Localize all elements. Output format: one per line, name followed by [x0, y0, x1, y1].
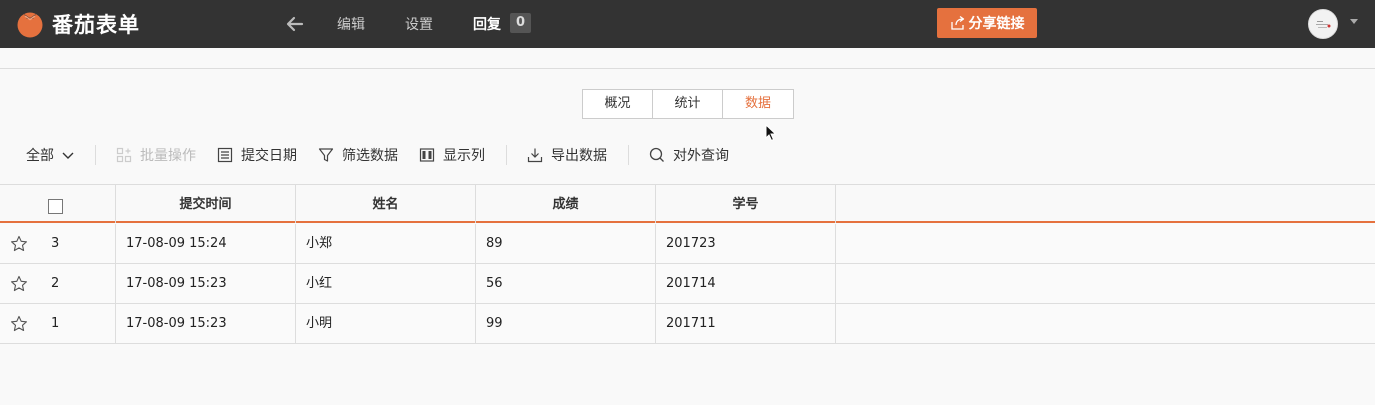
nav-edit-link[interactable]: 编辑: [337, 14, 365, 34]
columns-icon: [419, 148, 435, 162]
filter-funnel-icon: [318, 148, 334, 162]
public-query-button[interactable]: 对外查询: [649, 145, 729, 165]
column-header-submit-time[interactable]: 提交时间: [115, 185, 295, 223]
search-icon: [649, 147, 664, 162]
cell-name: 小红: [295, 264, 475, 303]
cell-score: 89: [475, 224, 655, 263]
batch-operation-label: 批量操作: [140, 148, 196, 164]
cell-name: 小郑: [295, 224, 475, 263]
filter-data-button[interactable]: 筛选数据: [318, 145, 398, 165]
chevron-down-icon: [62, 152, 74, 159]
table-header: 提交时间 姓名 成绩 学号: [0, 184, 1375, 223]
share-link-label: 分享链接: [968, 16, 1025, 32]
cell-score: 99: [475, 304, 655, 343]
cell-student-id: 201723: [655, 224, 835, 263]
batch-operation-button[interactable]: 批量操作: [116, 145, 196, 165]
show-columns-label: 显示列: [443, 148, 485, 164]
reply-count-badge: 0: [510, 13, 531, 33]
tab-data[interactable]: 数据: [723, 90, 793, 118]
cell-student-id: 201714: [655, 264, 835, 303]
table-row[interactable]: 1 17-08-09 15:23 小明 99 201711: [0, 304, 1375, 344]
header-divider: [0, 68, 1375, 69]
tomato-logo-icon: [17, 12, 43, 38]
cell-empty: [835, 304, 1375, 343]
app-logo[interactable]: 番茄表单: [16, 8, 140, 40]
nav-replies-link[interactable]: 回复: [473, 14, 501, 34]
cell-empty: [835, 264, 1375, 303]
cell-empty: [835, 224, 1375, 263]
table-row[interactable]: 3 17-08-09 15:24 小郑 89 201723: [0, 224, 1375, 264]
download-icon: [527, 148, 543, 163]
column-header-score[interactable]: 成绩: [475, 185, 655, 223]
cell-name: 小明: [295, 304, 475, 343]
star-icon[interactable]: [10, 235, 28, 253]
filter-data-label: 筛选数据: [342, 148, 398, 164]
user-avatar[interactable]: [1308, 9, 1338, 39]
column-header-student-id[interactable]: 学号: [655, 185, 835, 223]
public-query-label: 对外查询: [673, 148, 729, 164]
app-name: 番茄表单: [52, 13, 140, 37]
cell-score: 56: [475, 264, 655, 303]
select-all-checkbox[interactable]: [48, 199, 63, 214]
cell-submit-time: 17-08-09 15:23: [115, 264, 295, 303]
nav-settings-link[interactable]: 设置: [405, 14, 433, 34]
export-data-label: 导出数据: [551, 148, 607, 164]
tab-overview[interactable]: 概况: [583, 90, 653, 118]
view-tabs: 概况 统计 数据: [582, 89, 794, 119]
top-bar: 番茄表单 编辑 设置 回复 0 分享链接: [0, 0, 1375, 48]
cell-submit-time: 17-08-09 15:23: [115, 304, 295, 343]
avatar-image-icon: [1316, 21, 1331, 28]
row-number: 1: [51, 316, 60, 331]
submit-date-button[interactable]: 提交日期: [217, 145, 297, 165]
submit-date-label: 提交日期: [241, 148, 297, 164]
column-header-empty: [835, 185, 1375, 223]
toolbar-separator: [506, 145, 507, 165]
data-toolbar: 全部 批量操作 提交日期 筛选数据 显示列 导出数据 对外查询: [0, 140, 1375, 170]
filter-all-label: 全部: [26, 148, 54, 164]
show-columns-button[interactable]: 显示列: [419, 145, 485, 165]
export-data-button[interactable]: 导出数据: [527, 145, 607, 165]
star-icon[interactable]: [10, 315, 28, 333]
share-link-button[interactable]: 分享链接: [937, 8, 1037, 38]
column-header-name[interactable]: 姓名: [295, 185, 475, 223]
toolbar-separator: [628, 145, 629, 165]
row-number: 2: [51, 276, 60, 291]
table-row[interactable]: 2 17-08-09 15:23 小红 56 201714: [0, 264, 1375, 304]
star-icon[interactable]: [10, 275, 28, 293]
filter-all-dropdown[interactable]: 全部: [26, 145, 75, 165]
tab-statistics[interactable]: 统计: [653, 90, 723, 118]
batch-grid-icon: [116, 147, 132, 163]
calendar-list-icon: [217, 147, 233, 163]
toolbar-separator: [95, 145, 96, 165]
cell-submit-time: 17-08-09 15:24: [115, 224, 295, 263]
avatar-dropdown-caret-icon[interactable]: [1350, 19, 1358, 24]
back-arrow-icon[interactable]: [284, 13, 306, 35]
cell-student-id: 201711: [655, 304, 835, 343]
row-number: 3: [51, 236, 60, 251]
share-icon: [950, 15, 964, 30]
